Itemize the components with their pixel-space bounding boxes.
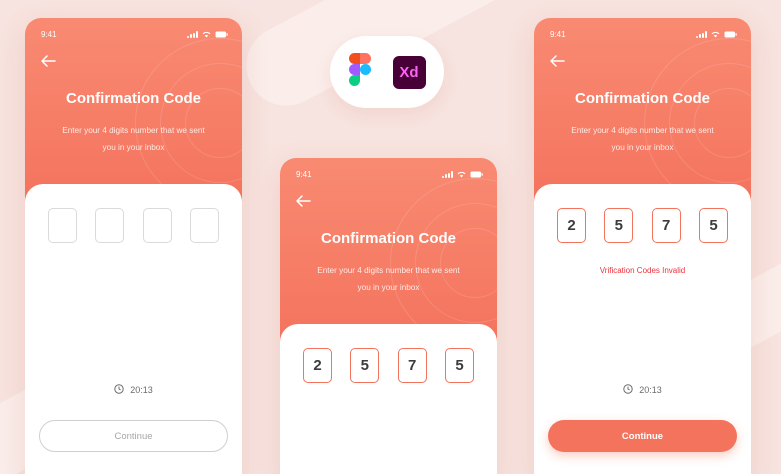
- status-time: 9:41: [550, 29, 566, 39]
- code-digit-input[interactable]: [95, 208, 125, 243]
- clock-icon: [623, 384, 633, 396]
- subtitle-line: you in your inbox: [357, 283, 420, 292]
- countdown-timer: 20:13: [534, 384, 751, 396]
- page-title: Confirmation Code: [321, 230, 456, 247]
- subtitle-line: you in your inbox: [102, 143, 165, 152]
- code-digit-input[interactable]: 7: [397, 348, 427, 383]
- status-time: 9:41: [296, 169, 312, 179]
- code-digit-input[interactable]: [142, 208, 172, 243]
- phone-middle: 9:41 Confirmation Code Enter your 4 digi…: [280, 158, 497, 474]
- code-input-row: [48, 208, 219, 243]
- phone-header: 9:41 Confirmation Code Enter your 4 digi…: [280, 158, 497, 348]
- back-arrow-icon[interactable]: [294, 194, 312, 208]
- adobe-xd-icon: Xd: [392, 55, 426, 89]
- status-bar: 9:41: [296, 168, 483, 180]
- continue-button[interactable]: Continue: [548, 420, 737, 452]
- battery-icon: [724, 31, 737, 38]
- page-subtitle: Enter your 4 digits number that we sent …: [45, 122, 222, 156]
- signal-icon: [442, 170, 453, 178]
- code-digit-input[interactable]: 7: [651, 208, 681, 243]
- code-digit-input[interactable]: 5: [698, 208, 728, 243]
- status-icons: [696, 30, 737, 38]
- phone-header: 9:41 Confirmation Code Enter your 4 digi…: [25, 18, 242, 208]
- page-subtitle: Enter your 4 digits number that we sent …: [554, 122, 731, 156]
- clock-icon: [114, 384, 124, 396]
- code-digit-input[interactable]: [189, 208, 219, 243]
- back-arrow-icon[interactable]: [548, 54, 566, 68]
- phone-header: 9:41 Confirmation Code Enter your 4 digi…: [534, 18, 751, 208]
- status-bar: 9:41: [41, 28, 228, 40]
- status-icons: [187, 30, 228, 38]
- status-bar: 9:41: [550, 28, 737, 40]
- phone-body: 2 5 7 5: [280, 324, 497, 474]
- phone-body: 2 5 7 5 Vrification Codes Invalid 20:13 …: [534, 184, 751, 474]
- code-digit-input[interactable]: 5: [350, 348, 380, 383]
- timer-value: 20:13: [130, 385, 153, 395]
- subtitle-line: Enter your 4 digits number that we sent: [571, 126, 714, 135]
- figma-icon: [348, 53, 371, 91]
- page-subtitle: Enter your 4 digits number that we sent …: [300, 262, 477, 296]
- countdown-timer: 20:13: [25, 384, 242, 396]
- timer-value: 20:13: [639, 385, 662, 395]
- code-digit-input[interactable]: 2: [303, 348, 332, 383]
- subtitle-line: Enter your 4 digits number that we sent: [62, 126, 205, 135]
- status-icons: [442, 170, 483, 178]
- subtitle-line: Enter your 4 digits number that we sent: [317, 266, 460, 275]
- battery-icon: [215, 31, 228, 38]
- battery-icon: [470, 171, 483, 178]
- error-message: Vrification Codes Invalid: [599, 266, 686, 275]
- page-title: Confirmation Code: [575, 90, 710, 107]
- signal-icon: [187, 30, 198, 38]
- phone-left: 9:41 Confirmation Code Enter your 4 digi…: [25, 18, 242, 474]
- back-arrow-icon[interactable]: [39, 54, 57, 68]
- subtitle-line: you in your inbox: [611, 143, 674, 152]
- code-input-row: 2 5 7 5: [303, 348, 474, 383]
- signal-icon: [696, 30, 707, 38]
- wifi-icon: [202, 31, 211, 38]
- status-time: 9:41: [41, 29, 57, 39]
- code-digit-input[interactable]: [48, 208, 77, 243]
- code-digit-input[interactable]: 2: [557, 208, 586, 243]
- phone-body: 20:13 Continue: [25, 184, 242, 474]
- wifi-icon: [457, 171, 466, 178]
- code-input-row: 2 5 7 5: [557, 208, 728, 243]
- code-digit-input[interactable]: 5: [604, 208, 634, 243]
- wifi-icon: [711, 31, 720, 38]
- phone-right: 9:41 Confirmation Code Enter your 4 digi…: [534, 18, 751, 474]
- tools-badge: Xd: [330, 36, 444, 108]
- page-title: Confirmation Code: [66, 90, 201, 107]
- code-digit-input[interactable]: 5: [444, 348, 474, 383]
- continue-button[interactable]: Continue: [39, 420, 228, 452]
